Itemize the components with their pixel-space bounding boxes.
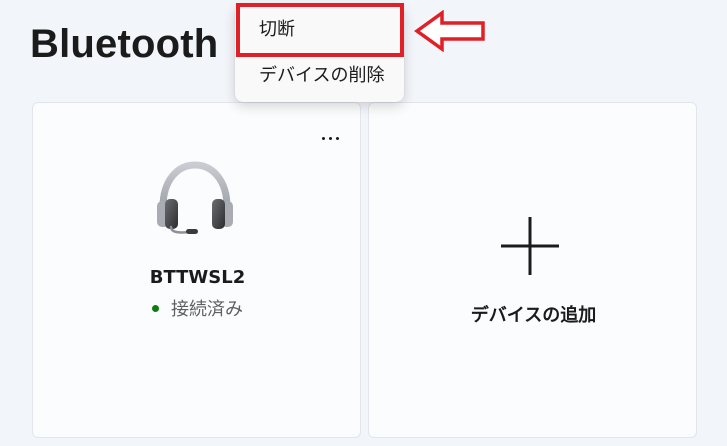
plus-icon [501,217,559,275]
device-status: 接続済み [33,295,362,321]
more-options-icon-dot [335,136,339,140]
page-title: Bluetooth [30,22,219,66]
more-options-icon-dot [328,136,332,140]
highlight-annotation [236,3,404,57]
connected-status-dot [152,304,159,312]
menu-item-remove-device[interactable]: デバイスの削除 [235,54,404,98]
device-name: BTTWSL2 [149,267,246,288]
left-arrow-icon [414,10,485,52]
add-device-card[interactable]: デバイスの追加 [368,102,697,438]
headset-icon [157,161,233,234]
device-card[interactable]: BTTWSL2 接続済み [32,102,361,438]
device-status-label: 接続済み [171,299,243,320]
more-options-icon [321,136,325,140]
more-options-button[interactable] [305,123,355,153]
add-device-label: デバイスの追加 [470,305,597,326]
